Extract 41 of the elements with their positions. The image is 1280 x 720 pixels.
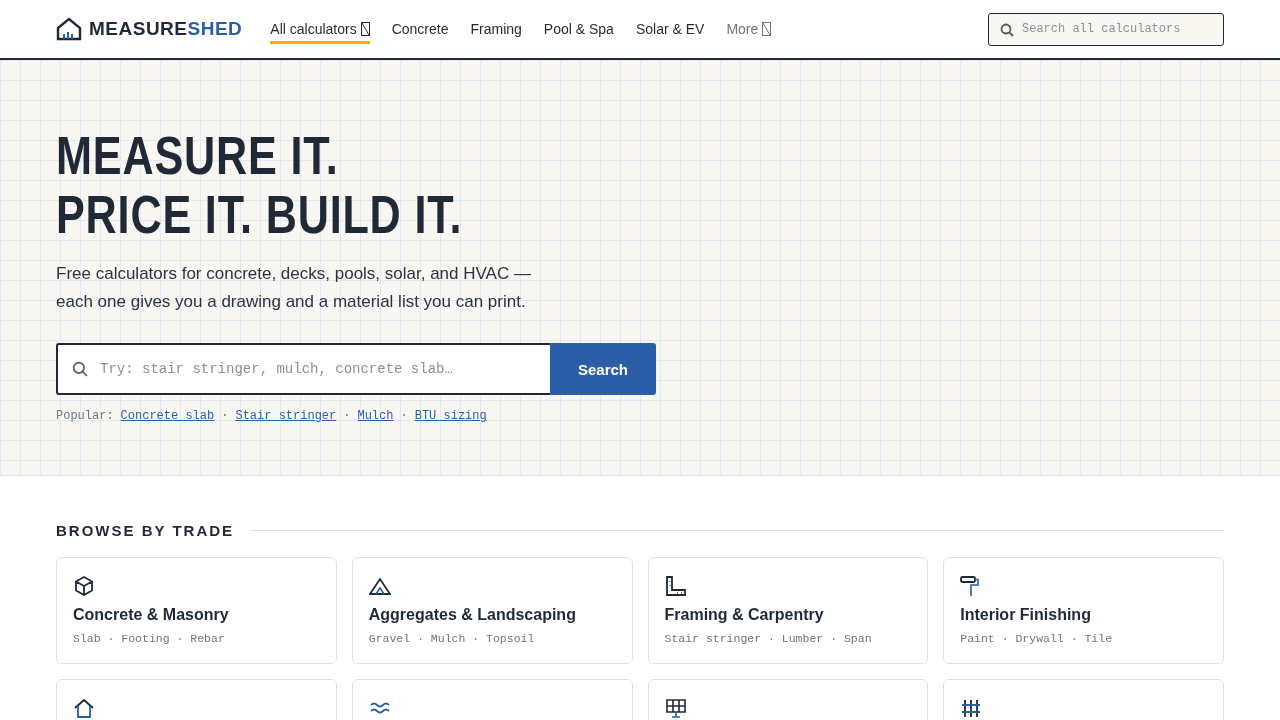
category-card[interactable]: Aggregates & Landscaping Gravel · Mulch · Topsoil <box>351 557 633 664</box>
nav-tab[interactable]: Framing <box>470 14 522 44</box>
popular-link[interactable]: BTU sizing <box>414 409 487 423</box>
section-title: BROWSE BY TRADE <box>56 522 235 539</box>
search-field[interactable]: Try: stair stringer, mulch, concrete slab… <box>56 343 550 395</box>
house-icon <box>56 17 82 41</box>
separator: · <box>221 409 229 423</box>
nav-tab[interactable]: Pool & Spa <box>543 14 614 44</box>
card-subtitle: Paint · Drywall · Tile <box>960 632 1114 645</box>
fence-icon <box>960 697 983 719</box>
search-field[interactable]: Search all calculators <box>988 12 1224 46</box>
card-subtitle: Stair stringer · Lumber · Span <box>664 632 873 645</box>
card-title: Framing & Carpentry <box>664 606 825 624</box>
logo[interactable]: MEASURESHED <box>56 17 243 41</box>
category-card[interactable]: Interior Finishing Paint · Drywall · Tile <box>943 557 1224 664</box>
card-title: Aggregates & Landscaping <box>368 606 577 624</box>
card-title: Interior Finishing <box>960 606 1092 624</box>
category-card[interactable]: Concrete & Masonry Slab · Footing · Rebar <box>56 557 337 664</box>
popular-label: Popular: <box>56 409 114 423</box>
search-icon <box>1000 22 1014 37</box>
nav-tab[interactable]: Solar & EV <box>635 14 705 44</box>
house-icon <box>73 697 95 719</box>
card-subtitle: Slab · Footing · Rebar <box>73 632 226 645</box>
popular-link[interactable]: Concrete slab <box>120 409 215 423</box>
search-button[interactable]: Search <box>550 343 656 395</box>
mound-icon <box>368 575 391 597</box>
cube-icon <box>73 575 95 597</box>
solar-panel-icon <box>664 697 687 719</box>
card-title: Concrete & Masonry <box>73 606 230 624</box>
popular-link[interactable]: Stair stringer <box>235 409 337 423</box>
nav-tab[interactable]: All calculators <box>270 14 370 44</box>
separator: · <box>400 409 408 423</box>
hero-subtitle: Free calculators for concrete, decks, pools, solar, and HVAC — each one gives you a drawing and a material list you can print. <box>56 263 532 313</box>
separator: · <box>343 409 351 423</box>
hero-title: MEASURE IT. PRICE IT. BUILD IT. <box>56 126 464 244</box>
nav-tab[interactable]: More <box>726 14 772 44</box>
card-subtitle: Gravel · Mulch · Topsoil <box>368 632 536 645</box>
search-icon <box>72 361 88 377</box>
popular-link[interactable]: Mulch <box>357 409 394 423</box>
category-card[interactable]: Framing & Carpentry Stair stringer · Lumber · Span <box>647 557 929 664</box>
nav-tab[interactable]: Concrete <box>391 14 449 44</box>
